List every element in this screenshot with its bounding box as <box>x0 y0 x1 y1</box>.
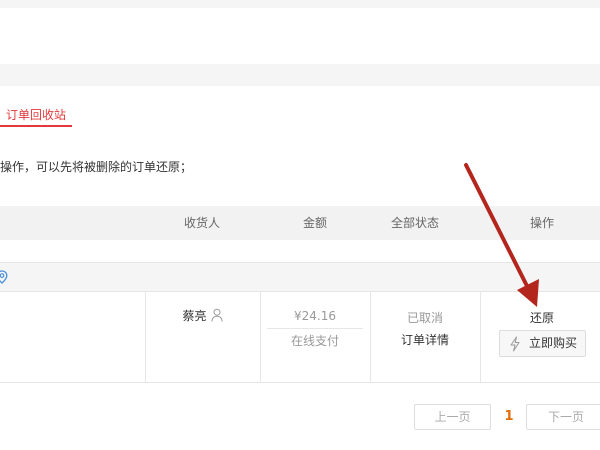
lightning-icon <box>510 336 520 352</box>
location-pin-icon <box>0 270 8 284</box>
recycle-hint-text: 操作，可以先将被删除的订单还原； <box>0 160 193 174</box>
top-gray-band <box>0 0 600 8</box>
user-icon[interactable] <box>211 308 223 322</box>
amount-divider <box>267 328 363 329</box>
status-label: 已取消 <box>406 311 443 325</box>
order-table-header: 收货人 金额 全部状态 操作 <box>0 206 600 240</box>
restore-link[interactable]: 还原 <box>480 310 600 326</box>
buy-again-button[interactable]: 立即购买 <box>499 330 586 357</box>
header-action: 操作 <box>529 216 554 230</box>
receiver-name: 蔡亮 <box>182 309 207 323</box>
column-divider <box>480 292 481 383</box>
header-receiver: 收货人 <box>183 216 220 230</box>
order-price: ¥24.16 <box>294 309 336 323</box>
tab-recycle-bin[interactable]: 订单回收站 <box>0 105 73 127</box>
column-divider <box>145 292 146 383</box>
next-page-button[interactable]: 下一页 <box>526 404 600 430</box>
buy-again-label: 立即购买 <box>529 336 578 350</box>
order-detail-link[interactable]: 订单详情 <box>370 332 480 348</box>
order-row-header <box>0 262 600 292</box>
current-page[interactable]: 1 <box>500 404 518 430</box>
order-status: 已取消 订单详情 <box>370 310 480 348</box>
section-separator <box>0 64 600 86</box>
header-amount: 金额 <box>302 216 327 230</box>
payment-method: 在线支付 <box>290 334 339 348</box>
order-receiver: 蔡亮 <box>145 307 260 324</box>
order-amount: ¥24.16 在线支付 <box>260 308 370 349</box>
prev-page-button[interactable]: 上一页 <box>414 404 491 430</box>
header-status-filter[interactable]: 全部状态 <box>365 206 465 240</box>
